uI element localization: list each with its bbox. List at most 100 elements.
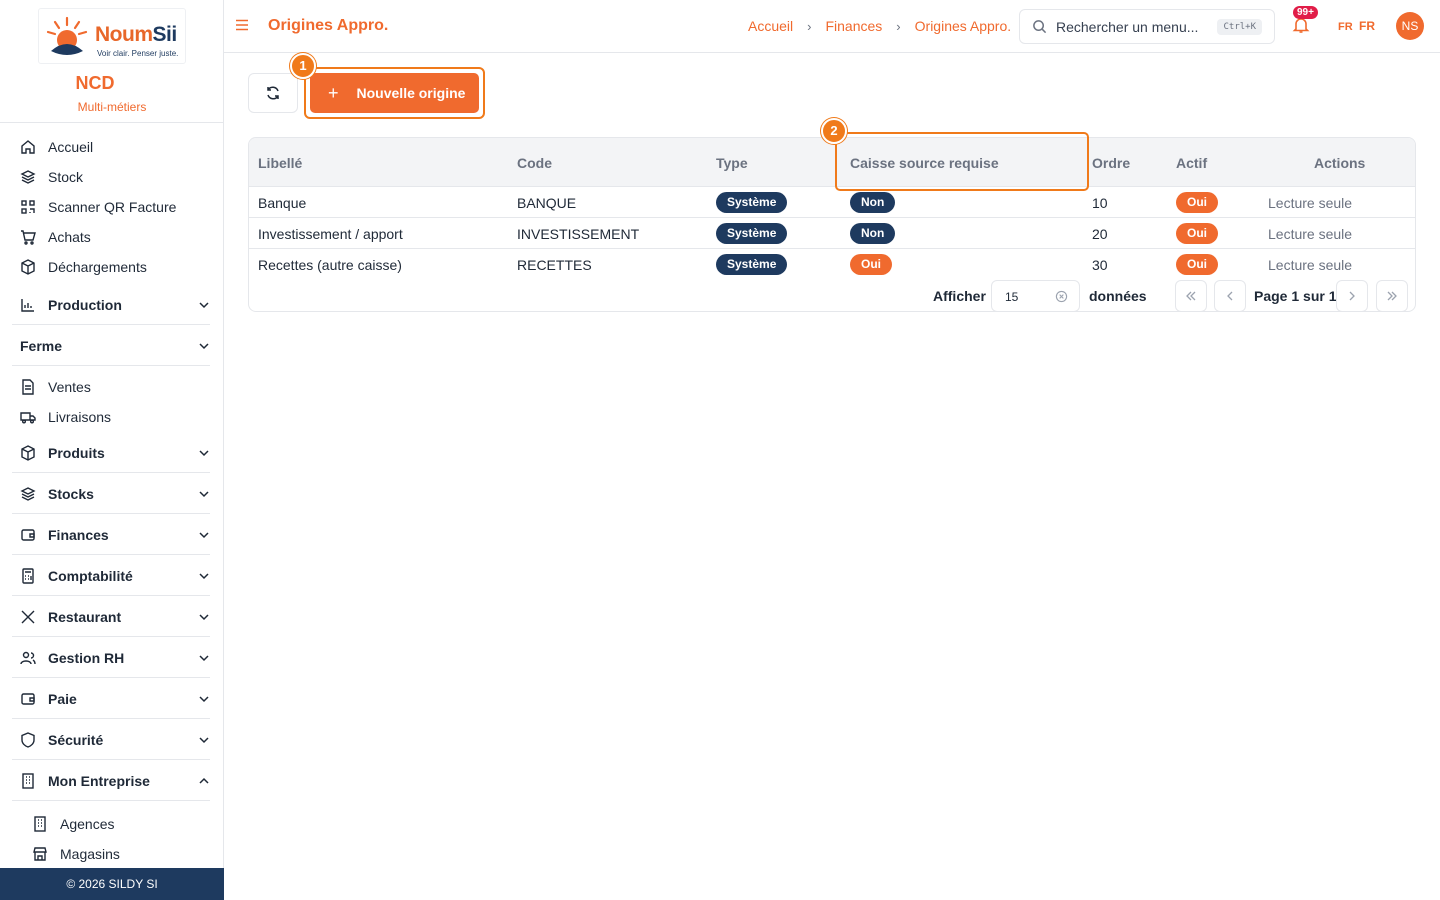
table-row[interactable]: Banque BANQUE Système Non 10 Oui Lecture… bbox=[249, 187, 1415, 218]
sidebar-group-paie[interactable]: Paie bbox=[0, 678, 224, 719]
layers-icon bbox=[20, 170, 36, 184]
building-icon bbox=[22, 772, 34, 789]
store-icon bbox=[33, 847, 47, 861]
table-row[interactable]: Investissement / apport INVESTISSEMENT S… bbox=[249, 218, 1415, 249]
sidebar-nav: Accueil Stock Scanner QR Facture Achats … bbox=[0, 132, 224, 869]
col-header-actif[interactable]: Actif bbox=[1176, 155, 1207, 171]
first-page-button[interactable] bbox=[1175, 280, 1207, 311]
chevron-left-icon bbox=[1227, 291, 1233, 301]
avatar[interactable]: NS bbox=[1396, 12, 1424, 40]
sidebar-group-comptabilite[interactable]: Comptabilité bbox=[0, 555, 224, 596]
page-size-select[interactable]: 15 bbox=[991, 280, 1080, 311]
sidebar-group-gestion-rh[interactable]: Gestion RH bbox=[0, 637, 224, 678]
col-header-code[interactable]: Code bbox=[517, 155, 552, 171]
chevron-down-icon bbox=[199, 654, 209, 661]
pagination: Afficher 15 données Page 1 sur 1 bbox=[249, 280, 1415, 311]
col-header-libelle[interactable]: Libellé bbox=[258, 155, 302, 171]
type-badge: Système bbox=[716, 254, 788, 275]
sidebar-group-production[interactable]: Production bbox=[0, 284, 224, 325]
chevron-down-icon bbox=[199, 613, 209, 620]
sidebar-group-produits[interactable]: Produits bbox=[0, 432, 224, 473]
sidebar-item-label: Déchargements bbox=[48, 259, 147, 275]
sidebar-item-accueil[interactable]: Accueil bbox=[0, 132, 224, 162]
step-marker-2: 2 bbox=[821, 118, 847, 144]
actif-badge: Oui bbox=[1176, 223, 1218, 244]
sidebar-group-label: Restaurant bbox=[48, 608, 122, 625]
new-origin-button[interactable]: + Nouvelle origine bbox=[310, 73, 479, 113]
sidebar-item-label: Scanner QR Facture bbox=[48, 199, 177, 215]
sidebar-item-livraisons[interactable]: Livraisons bbox=[0, 402, 224, 432]
sidebar-item-agences[interactable]: Agences bbox=[0, 809, 224, 839]
sidebar-item-achats[interactable]: Achats bbox=[0, 222, 224, 252]
chevrons-right-icon bbox=[1387, 291, 1397, 301]
sidebar-group-label: Stocks bbox=[48, 485, 94, 502]
cell-actions: Lecture seule bbox=[1268, 195, 1353, 211]
sidebar-group-label: Gestion RH bbox=[48, 649, 125, 666]
chevron-down-icon bbox=[199, 301, 209, 308]
caisse-badge: Non bbox=[850, 192, 896, 213]
sidebar-group-mon-entreprise[interactable]: Mon Entreprise bbox=[0, 760, 224, 801]
highlight-box-caisse-column bbox=[835, 132, 1089, 191]
col-header-actions: Actions bbox=[1314, 155, 1366, 171]
chevron-down-icon bbox=[199, 449, 209, 456]
cell-actions: Lecture seule bbox=[1268, 257, 1353, 273]
notification-badge: 99+ bbox=[1293, 6, 1318, 19]
cell-actions: Lecture seule bbox=[1268, 226, 1353, 242]
calculator-icon bbox=[22, 567, 34, 584]
sidebar-item-ventes[interactable]: Ventes bbox=[0, 372, 224, 402]
sidebar-group-securite[interactable]: Sécurité bbox=[0, 719, 224, 760]
sidebar-group-stocks[interactable]: Stocks bbox=[0, 473, 224, 514]
menu-search-input[interactable]: Rechercher un menu... Ctrl+K bbox=[1019, 9, 1275, 44]
qr-icon bbox=[21, 200, 35, 214]
top-header: Origines Appro. Accueil › Finances › Ori… bbox=[224, 0, 1440, 53]
cell-libelle: Banque bbox=[258, 195, 307, 211]
sidebar-item-magasins[interactable]: Magasins bbox=[0, 839, 224, 869]
type-badge: Système bbox=[716, 192, 788, 213]
chevron-down-icon bbox=[199, 736, 209, 743]
sidebar-group-finances[interactable]: Finances bbox=[0, 514, 224, 555]
page-size-label: Afficher bbox=[933, 288, 986, 304]
sidebar: NoumSii Voir clair. Penser juste. NCD Mu… bbox=[0, 0, 224, 900]
sidebar-item-dechargements[interactable]: Déchargements bbox=[0, 252, 224, 282]
language-selector[interactable]: FR bbox=[1359, 19, 1375, 33]
clear-icon[interactable] bbox=[1055, 290, 1068, 303]
table-row[interactable]: Recettes (autre caisse) RECETTES Système… bbox=[249, 249, 1415, 280]
refresh-button[interactable] bbox=[248, 73, 298, 113]
plus-icon: + bbox=[328, 82, 339, 103]
sidebar-group-restaurant[interactable]: Restaurant bbox=[0, 596, 224, 637]
document-icon bbox=[22, 379, 34, 395]
org-name: NCD bbox=[75, 73, 115, 93]
layers-icon bbox=[20, 486, 36, 501]
actif-badge: Oui bbox=[1176, 192, 1218, 213]
logo-tagline: Voir clair. Penser juste. bbox=[97, 49, 179, 58]
chevron-down-icon bbox=[199, 531, 209, 538]
cell-code: RECETTES bbox=[517, 257, 592, 273]
hamburger-menu-icon[interactable] bbox=[234, 17, 250, 33]
new-origin-label: Nouvelle origine bbox=[356, 85, 466, 101]
wallet-icon bbox=[21, 528, 35, 541]
col-header-ordre[interactable]: Ordre bbox=[1092, 155, 1130, 171]
prev-page-button[interactable] bbox=[1214, 280, 1246, 311]
last-page-button[interactable] bbox=[1376, 280, 1408, 311]
breadcrumb-accueil[interactable]: Accueil bbox=[748, 18, 793, 34]
truck-icon bbox=[20, 412, 36, 424]
chevron-right-icon: › bbox=[896, 18, 901, 34]
cell-ordre: 20 bbox=[1092, 226, 1108, 242]
breadcrumb-finances[interactable]: Finances bbox=[825, 18, 882, 34]
breadcrumb: Accueil › Finances › Origines Appro. bbox=[748, 18, 1011, 34]
next-page-button[interactable] bbox=[1336, 280, 1368, 311]
sidebar-item-stock[interactable]: Stock bbox=[0, 162, 224, 192]
sidebar-item-scanner-qr[interactable]: Scanner QR Facture bbox=[0, 192, 224, 222]
cell-ordre: 30 bbox=[1092, 257, 1108, 273]
sidebar-group-ferme[interactable]: Ferme bbox=[0, 325, 224, 366]
cell-libelle: Recettes (autre caisse) bbox=[258, 257, 402, 273]
users-icon bbox=[20, 651, 36, 664]
building-icon bbox=[34, 816, 46, 832]
table-header: Libellé Code Type Caisse source requise … bbox=[249, 138, 1415, 187]
utensils-icon bbox=[21, 610, 35, 623]
col-header-type[interactable]: Type bbox=[716, 155, 748, 171]
box-icon bbox=[21, 444, 35, 461]
language-flag: FR bbox=[1338, 21, 1353, 33]
logo[interactable]: NoumSii Voir clair. Penser juste. bbox=[38, 8, 186, 64]
refresh-icon bbox=[267, 86, 279, 100]
